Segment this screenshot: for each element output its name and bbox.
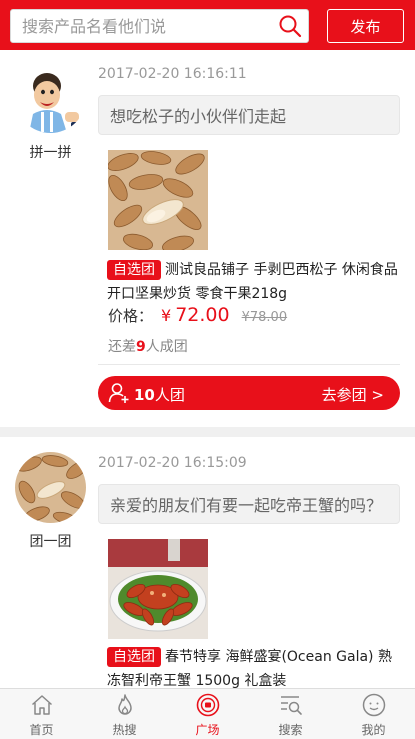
tab-search[interactable]: 搜索 <box>249 689 332 739</box>
tab-label: 我的 <box>361 723 386 737</box>
group-size-number: 10 <box>134 386 155 404</box>
tab-label: 广场 <box>195 723 220 737</box>
price-label: 价格： <box>108 307 154 325</box>
home-icon <box>31 695 53 715</box>
page: 发布 拼一拼 2017-0 <box>0 0 415 739</box>
remain-prefix: 还差 <box>108 339 136 355</box>
user-name[interactable]: 拼一拼 <box>15 142 86 162</box>
remaining-members: 还差9人成团 <box>108 336 188 356</box>
profile-icon <box>362 693 386 717</box>
avatar[interactable] <box>15 62 86 133</box>
post-message: 想吃松子的小伙伴们走起 <box>98 95 400 135</box>
plaza-icon <box>196 693 220 717</box>
bottom-tab-bar: 首页 热搜 广场 搜索 我的 <box>0 688 415 739</box>
search-box <box>10 9 309 43</box>
price-current-value: 72.00 <box>175 304 230 326</box>
post-card: 团一团 2017-02-20 16:15:09 亲爱的朋友们有要一起吃帝王蟹的吗… <box>0 437 415 688</box>
group-size: 10人团 <box>134 384 185 405</box>
tab-mine[interactable]: 我的 <box>332 689 415 739</box>
tab-label: 热搜 <box>112 723 137 737</box>
tab-home[interactable]: 首页 <box>0 689 83 739</box>
publish-button[interactable]: 发布 <box>327 9 404 43</box>
post-message: 亲爱的朋友们有要一起吃帝王蟹的吗？ <box>98 484 400 524</box>
search-input[interactable] <box>11 10 271 42</box>
flame-icon <box>118 694 132 715</box>
post-card: 拼一拼 2017-02-20 16:16:11 想吃松子的小伙伴们走起 自选团 … <box>0 50 415 427</box>
tab-hot-search[interactable]: 热搜 <box>83 689 166 739</box>
post-time: 2017-02-20 16:15:09 <box>98 455 247 471</box>
currency-symbol: ¥ <box>161 306 172 325</box>
product-image[interactable] <box>108 150 208 250</box>
post-time: 2017-02-20 16:16:11 <box>98 66 247 82</box>
group-size-unit: 人团 <box>154 386 185 404</box>
avatar[interactable] <box>15 452 86 523</box>
feed: 拼一拼 2017-02-20 16:16:11 想吃松子的小伙伴们走起 自选团 … <box>0 50 415 688</box>
price-current: ¥72.00 <box>161 304 230 326</box>
user-name[interactable]: 团一团 <box>15 531 86 551</box>
product-title[interactable]: 自选团 春节特享 海鲜盛宴(Ocean Gala) 熟冻智利帝王蟹 1500g 礼… <box>107 645 403 688</box>
person-add-icon <box>108 383 129 403</box>
divider <box>98 364 400 365</box>
join-label: 去参团 > <box>321 386 384 404</box>
header-bar: 发布 <box>0 0 415 50</box>
remain-suffix: 人成团 <box>145 339 188 355</box>
search-icon[interactable] <box>278 14 302 38</box>
product-image[interactable] <box>108 539 208 639</box>
price-row: 价格： ¥72.00 ¥78.00 <box>108 304 287 326</box>
tab-plaza[interactable]: 广场 <box>166 689 249 739</box>
price-original: ¥78.00 <box>241 310 288 325</box>
remain-count: 9 <box>136 339 146 355</box>
product-title[interactable]: 自选团 测试良品铺子 手剥巴西松子 休闲食品 开口坚果炒货 零食干果218g <box>107 258 403 306</box>
tab-label: 首页 <box>29 723 54 737</box>
tab-label: 搜索 <box>278 723 303 737</box>
group-tag: 自选团 <box>107 647 161 667</box>
search-list-icon <box>281 696 302 715</box>
group-tag: 自选团 <box>107 260 161 280</box>
join-group-button[interactable]: 10人团 去参团 > <box>98 376 400 410</box>
